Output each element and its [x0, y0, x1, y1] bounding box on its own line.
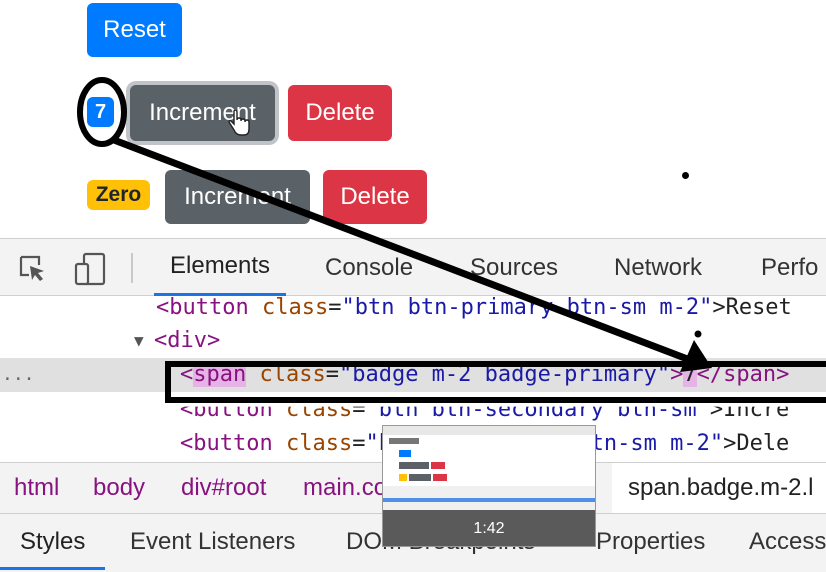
thumb-row-1 — [399, 462, 429, 469]
dom-attr: class — [285, 431, 353, 456]
increment-button[interactable]: Increment — [130, 85, 275, 141]
dom-attr: class — [261, 296, 329, 320]
thumb-row-2 — [399, 474, 407, 481]
video-preview-thumbnail[interactable]: 1:42 — [382, 425, 596, 547]
thumb-reset — [399, 450, 411, 457]
thumb-timestamp: 1:42 — [473, 520, 505, 537]
device-toolbar-icon[interactable] — [74, 252, 108, 286]
crumb-body[interactable]: body — [93, 463, 145, 513]
tab-performance[interactable]: Perfo — [761, 239, 818, 296]
tab-accessibility[interactable]: Access — [749, 514, 826, 570]
tab-sources[interactable]: Sources — [470, 239, 558, 296]
dom-tag: <button — [180, 431, 286, 456]
dot-marker — [682, 172, 689, 179]
delete-button-2[interactable]: Delete — [323, 170, 427, 224]
crumb-html[interactable]: html — [14, 463, 59, 513]
crumb-div-root[interactable]: div#root — [181, 463, 266, 513]
dom-tag: <div> — [154, 328, 221, 353]
dom-eq: = — [352, 431, 366, 456]
reset-button[interactable]: Reset — [87, 3, 182, 57]
tab-styles[interactable]: Styles — [0, 514, 106, 570]
thumb-row-2b — [409, 474, 431, 481]
thumb-selected-line — [383, 498, 595, 502]
crumb-current-span[interactable]: span.badge.m-2.l — [612, 463, 826, 513]
counter-badge: 7 — [87, 97, 114, 127]
crumb-main[interactable]: main.co — [303, 463, 387, 513]
inspect-element-icon[interactable] — [18, 254, 48, 284]
toolbar-divider — [131, 253, 133, 283]
thumb-row-2c — [433, 474, 447, 481]
tab-network[interactable]: Network — [614, 239, 702, 296]
thumb-row-1b — [431, 462, 445, 469]
dom-text: >Dele — [723, 431, 790, 456]
tab-properties[interactable]: Properties — [596, 514, 705, 570]
thumb-navbar — [389, 438, 419, 444]
dom-tag: <button — [156, 296, 262, 320]
app-preview: Reset 7 Increment Delete Zero Increment … — [0, 0, 826, 238]
dom-text: >Reset — [712, 296, 792, 320]
counter-badge-zero: Zero — [87, 180, 150, 210]
tab-event-listeners[interactable]: Event Listeners — [130, 514, 295, 570]
cursor-hand-icon — [228, 110, 250, 136]
dom-eq: = — [328, 296, 342, 320]
annotation-highlight-box — [165, 361, 826, 403]
dom-line-div[interactable]: ▼ <div> — [0, 324, 826, 358]
thumb-browser-bar — [383, 426, 595, 435]
more-options-icon[interactable]: ... — [2, 358, 35, 392]
dom-attr-value: "btn btn-primary btn-sm m-2" — [341, 296, 713, 320]
dom-line-reset-button[interactable]: <button class="btn btn-primary btn-sm m-… — [0, 296, 826, 325]
expand-triangle-icon[interactable]: ▼ — [134, 324, 144, 358]
delete-button[interactable]: Delete — [288, 85, 392, 141]
tab-console[interactable]: Console — [325, 239, 413, 296]
devtools-tabbar: Elements Console Sources Network Perfo — [0, 238, 826, 296]
increment-button-2[interactable]: Increment — [165, 170, 310, 224]
tab-elements[interactable]: Elements — [154, 239, 287, 296]
